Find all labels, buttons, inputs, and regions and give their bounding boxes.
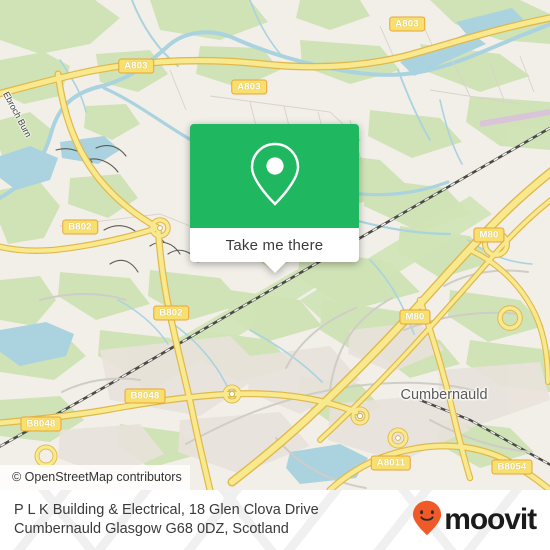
road-shield-a803-1: A803 — [118, 58, 154, 74]
take-me-there-label: Take me there — [225, 236, 324, 254]
road-shield-a803-2: A803 — [231, 79, 267, 95]
road-shield-b8048-2: B8048 — [20, 416, 62, 432]
osm-attribution[interactable]: © OpenStreetMap contributors — [0, 464, 190, 490]
map-screenshot: Ebroch Burn Cumbernauld A803 A803 A803 B… — [0, 0, 550, 550]
road-shield-a8011: A8011 — [370, 455, 412, 471]
road-shield-b8054: B8054 — [491, 459, 533, 475]
road-shield-b8048-1: B8048 — [124, 388, 166, 404]
road-shield-b802-2: B802 — [153, 305, 189, 321]
location-address: P L K Building & Electrical, 18 Glen Clo… — [14, 501, 319, 539]
road-shield-a803-3: A803 — [389, 16, 425, 32]
moovit-smiley-pin-icon — [412, 500, 442, 541]
moovit-wordmark: moovit — [444, 503, 537, 536]
callout-pointer-tail — [263, 262, 286, 273]
take-me-there-button[interactable]: Take me there — [190, 228, 359, 262]
place-label-cumbernauld: Cumbernauld — [400, 387, 488, 403]
location-callout[interactable]: Take me there — [190, 124, 359, 273]
footer-bar: P L K Building & Electrical, 18 Glen Clo… — [0, 490, 550, 550]
address-line-2: Cumbernauld Glasgow G68 0DZ, Scotland — [14, 521, 289, 537]
road-shield-m80-2: M80 — [399, 309, 431, 325]
moovit-logo[interactable]: moovit — [412, 500, 537, 541]
location-pin-icon — [249, 141, 301, 212]
road-shield-m80-1: M80 — [473, 227, 505, 243]
road-shield-b802-1: B802 — [62, 219, 98, 235]
map-canvas[interactable]: Ebroch Burn Cumbernauld A803 A803 A803 B… — [0, 0, 550, 490]
address-line-1: P L K Building & Electrical, 18 Glen Clo… — [14, 502, 319, 518]
callout-icon-panel — [190, 124, 359, 228]
